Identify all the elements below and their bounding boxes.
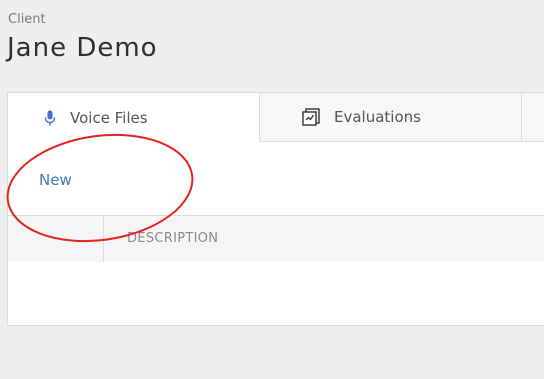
client-label: Client: [8, 12, 46, 27]
microphone-icon: [44, 110, 56, 126]
tab-voice-files[interactable]: Voice Files: [8, 93, 260, 142]
column-divider[interactable]: [103, 216, 104, 262]
tab-evaluations[interactable]: Evaluations: [260, 93, 522, 141]
client-name: Jane Demo: [7, 33, 158, 63]
tab-evaluations-label: Evaluations: [334, 108, 421, 126]
tab-bar: Voice Files Evaluations: [8, 93, 544, 142]
column-header-description[interactable]: DESCRIPTION: [127, 231, 218, 246]
tab-voice-files-label: Voice Files: [70, 108, 148, 127]
table-header: DESCRIPTION: [8, 215, 544, 262]
client-panel: Voice Files Evaluations New DESCRIPTION: [7, 92, 544, 326]
new-button[interactable]: New: [39, 171, 72, 189]
evaluation-form-icon: [302, 108, 320, 126]
